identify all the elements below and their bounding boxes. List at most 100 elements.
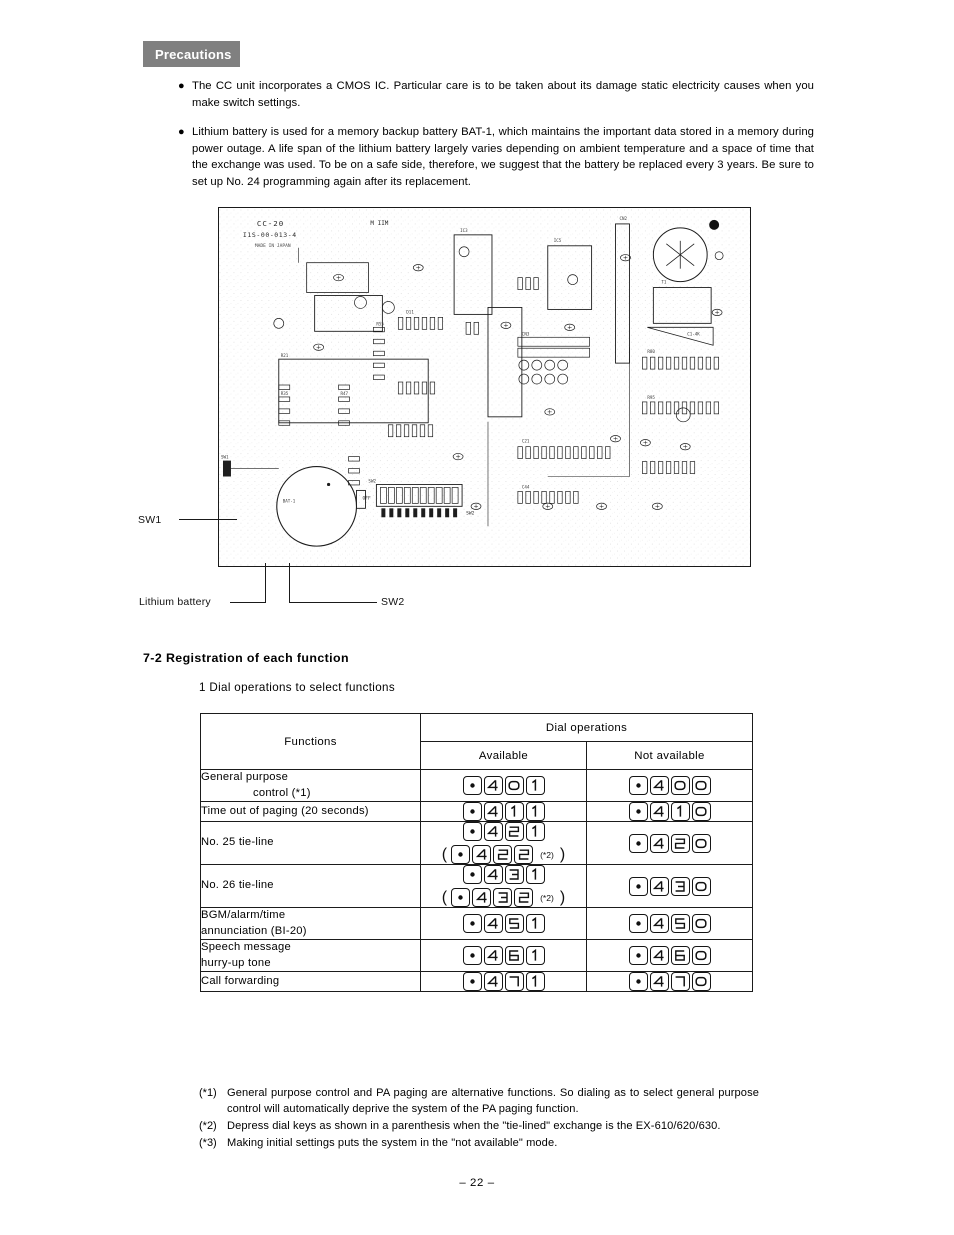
function-name-cell: Speech message hurry-up tone — [200, 939, 421, 972]
dial-key-sequence — [587, 776, 752, 795]
function-name-cell: General purpose control (*1) — [200, 769, 421, 802]
dial-key-4 — [649, 946, 669, 965]
svg-text:C44: C44 — [522, 484, 530, 489]
svg-text:CN2: CN2 — [619, 216, 627, 221]
dial-key-0 — [691, 802, 711, 821]
dial-key-sequence — [421, 802, 586, 821]
dial-key-3 — [493, 888, 513, 907]
footnote-item: (*3) Making initial settings puts the sy… — [199, 1135, 759, 1151]
svg-text:R21: R21 — [281, 353, 289, 358]
svg-text:CN3: CN3 — [522, 331, 530, 336]
dial-key-1 — [525, 972, 545, 991]
dial-key-7 — [670, 972, 690, 991]
column-header-functions: Functions — [200, 713, 421, 770]
svg-text:OFF: OFF — [362, 495, 371, 501]
column-header-not-available: Not available — [585, 741, 754, 770]
bullet-icon: ● — [178, 126, 185, 138]
available-dial-cell — [420, 801, 587, 822]
function-label-line1: No. 26 tie-line — [201, 879, 274, 892]
table-body: General purpose control (*1) Time out of p… — [200, 769, 754, 992]
footnote-reference: (*2) — [540, 849, 554, 860]
dial-operations-table: Functions Dial operations Available Not … — [200, 713, 754, 992]
svg-text:D11: D11 — [406, 309, 414, 314]
dial-key-3 — [504, 865, 524, 884]
available-dial-cell — [420, 939, 587, 972]
dial-key-1 — [525, 802, 545, 821]
dial-key-4 — [649, 914, 669, 933]
not-available-dial-cell — [585, 769, 754, 802]
dial-key-0 — [691, 972, 711, 991]
table-row: Speech message hurry-up tone — [200, 939, 754, 972]
dial-key-sequence — [421, 776, 586, 795]
dial-key-dot — [451, 888, 471, 907]
dial-key-0 — [691, 876, 711, 896]
svg-text:SW1: SW1 — [221, 455, 229, 460]
dial-key-sequence — [587, 876, 752, 896]
callout-sw1-label: SW1 — [138, 514, 162, 526]
svg-text:R95: R95 — [647, 395, 655, 400]
dial-key-4 — [483, 865, 503, 884]
dial-key-1 — [504, 802, 524, 821]
footnote-marker: (*1) — [199, 1087, 217, 1099]
table-row: Call forwarding — [200, 971, 754, 992]
dial-key-4 — [649, 776, 669, 795]
table-row: General purpose control (*1) — [200, 769, 754, 802]
dial-key-6 — [670, 946, 690, 965]
svg-text:SW2: SW2 — [368, 478, 376, 483]
table-row: No. 25 tie-line ((*2)) — [200, 821, 754, 865]
footnote-item: (*2) Depress dial keys as shown in a par… — [199, 1118, 759, 1134]
dial-key-4 — [649, 802, 669, 821]
pcb-artwork: CC-20 I1S-00-013-4 MADE IN JAPAN M IIM O… — [219, 208, 750, 566]
dial-key-4 — [472, 845, 492, 864]
column-header-dial-operations: Dial operations — [419, 713, 754, 742]
footnote-marker: (*2) — [199, 1120, 217, 1132]
svg-text:I1S-00-013-4: I1S-00-013-4 — [243, 231, 297, 239]
precaution-item: ● Lithium battery is used for a memory b… — [178, 124, 814, 190]
available-dial-cell — [420, 907, 587, 940]
dial-key-4 — [483, 822, 503, 841]
table-row: No. 26 tie-line ((*2)) — [200, 864, 754, 908]
dial-key-2 — [514, 888, 534, 907]
pcb-board-outline: CC-20 I1S-00-013-4 MADE IN JAPAN M IIM O… — [218, 207, 751, 567]
paren-open: ( — [441, 845, 448, 863]
function-label-line1: Speech message — [201, 941, 291, 953]
paren-open: ( — [441, 888, 448, 906]
svg-text:R47: R47 — [341, 391, 349, 396]
svg-text:C1-4K: C1-4K — [687, 331, 700, 336]
dial-key-dot — [462, 802, 482, 821]
dial-key-sequence — [587, 802, 752, 821]
dial-key-1 — [525, 914, 545, 933]
dial-key-dot — [628, 802, 648, 821]
table-header-row: Functions Dial operations — [200, 713, 754, 770]
function-name-cell: Call forwarding — [200, 971, 421, 992]
function-label-line2: hurry-up tone — [201, 956, 271, 969]
dial-key-sequence-alternate: ((*2)) — [421, 888, 586, 907]
dial-key-dot — [462, 865, 482, 884]
dial-key-1 — [670, 802, 690, 821]
function-label-line1: No. 25 tie-line — [201, 836, 274, 849]
footnote-text: Depress dial keys as shown in a parenthe… — [227, 1120, 721, 1132]
dial-key-6 — [504, 946, 524, 965]
dial-key-dot — [628, 833, 648, 853]
page-number: – 22 – — [459, 1177, 495, 1189]
precaution-item: ● The CC unit incorporates a CMOS IC. Pa… — [178, 78, 814, 111]
dial-key-4 — [483, 914, 503, 933]
svg-text:IC5: IC5 — [554, 238, 562, 243]
dial-key-dot — [628, 946, 648, 965]
dial-key-2 — [493, 845, 513, 864]
dial-key-dot — [462, 776, 482, 795]
svg-text:MADE IN JAPAN: MADE IN JAPAN — [255, 243, 291, 249]
not-available-dial-cell — [585, 971, 754, 992]
dial-key-dot — [628, 914, 648, 933]
dial-key-4 — [483, 802, 503, 821]
paren-close: ) — [559, 888, 566, 906]
footnotes-block: (*1) General purpose control and PA pagi… — [199, 1085, 759, 1152]
footnote-text: General purpose control and PA paging ar… — [227, 1087, 759, 1115]
svg-text:R80: R80 — [647, 349, 655, 354]
dial-key-dot — [628, 972, 648, 991]
dial-key-4 — [649, 833, 669, 853]
dial-key-dot — [462, 946, 482, 965]
function-name-cell: Time out of paging (20 seconds) — [200, 801, 421, 822]
dial-key-dot — [628, 876, 648, 896]
sw1-leader-line — [179, 519, 237, 520]
